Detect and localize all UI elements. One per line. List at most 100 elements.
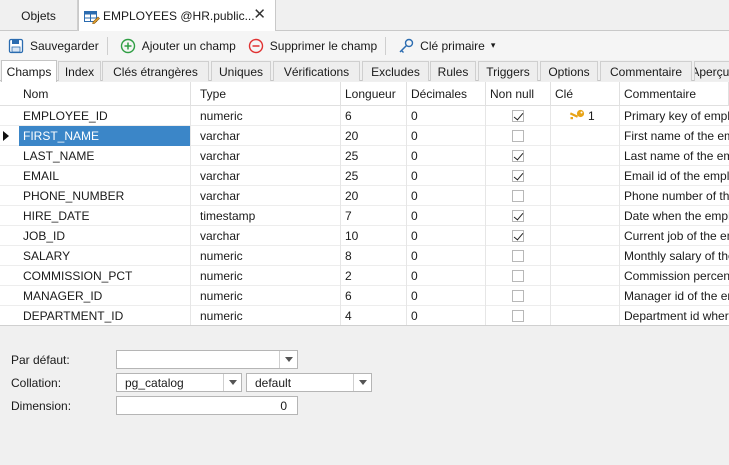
- tab-rules[interactable]: Rules: [430, 61, 476, 81]
- cell-key[interactable]: [551, 126, 620, 146]
- cell-key[interactable]: [551, 286, 620, 306]
- cell-name[interactable]: HIRE_DATE: [19, 206, 191, 226]
- tab-aper-u-sql[interactable]: Aperçu SQL: [694, 61, 729, 81]
- cell-length[interactable]: 2: [341, 266, 407, 286]
- tab-employees-table[interactable]: EMPLOYEES @HR.public... ✕: [78, 0, 276, 32]
- primary-key-button[interactable]: Clé primaire ▾: [394, 34, 499, 58]
- table-row[interactable]: EMAILvarchar250 Email id of the employee.: [0, 166, 729, 186]
- table-row[interactable]: LAST_NAMEvarchar250 Last name of the empl…: [0, 146, 729, 166]
- column-header-decimals[interactable]: Décimales: [407, 82, 486, 106]
- cell-type[interactable]: numeric: [196, 106, 341, 126]
- cell-length[interactable]: 6: [341, 106, 407, 126]
- table-row[interactable]: EMPLOYEE_ID numeric 6 0 1 Primary key of empl…: [0, 106, 729, 126]
- table-row[interactable]: JOB_IDvarchar100 Current job of the emplo…: [0, 226, 729, 246]
- cell-name[interactable]: PHONE_NUMBER: [19, 186, 191, 206]
- cell-key[interactable]: [551, 266, 620, 286]
- column-header-length[interactable]: Longueur: [341, 82, 407, 106]
- close-icon[interactable]: ✕: [253, 7, 266, 22]
- tab-cl-s-trang-res[interactable]: Clés étrangères: [102, 61, 209, 81]
- notnull-checkbox[interactable]: [512, 250, 524, 262]
- cell-comment[interactable]: Commission percentage of the employee.: [620, 266, 729, 286]
- cell-length[interactable]: 25: [341, 146, 407, 166]
- collation-schema-combo[interactable]: pg_catalog: [116, 373, 242, 392]
- column-header-type[interactable]: Type: [196, 82, 341, 106]
- cell-name[interactable]: SALARY: [19, 246, 191, 266]
- tab-champs[interactable]: Champs: [1, 60, 57, 82]
- collation-value-combo[interactable]: default: [246, 373, 372, 392]
- tab-excludes[interactable]: Excludes: [362, 61, 429, 81]
- notnull-checkbox[interactable]: [512, 210, 524, 222]
- save-button[interactable]: Sauvegarder: [4, 34, 103, 58]
- cell-type[interactable]: numeric: [196, 246, 341, 266]
- table-row[interactable]: HIRE_DATEtimestamp70 Date when the employ…: [0, 206, 729, 226]
- notnull-checkbox[interactable]: [512, 170, 524, 182]
- tab-options[interactable]: Options: [540, 61, 598, 81]
- notnull-checkbox[interactable]: [512, 310, 524, 322]
- cell-key[interactable]: [551, 166, 620, 186]
- cell-comment[interactable]: Last name of the employee.: [620, 146, 729, 166]
- cell-key[interactable]: [551, 146, 620, 166]
- cell-key[interactable]: [551, 246, 620, 266]
- cell-name[interactable]: DEPARTMENT_ID: [19, 306, 191, 325]
- notnull-checkbox[interactable]: [512, 130, 524, 142]
- cell-comment[interactable]: Date when the employee started.: [620, 206, 729, 226]
- cell-name[interactable]: FIRST_NAME: [19, 126, 191, 146]
- cell-key[interactable]: [551, 206, 620, 226]
- table-row[interactable]: SALARYnumeric80 Monthly salary of the emp…: [0, 246, 729, 266]
- cell-key[interactable]: 1: [551, 106, 620, 126]
- cell-type[interactable]: timestamp: [196, 206, 341, 226]
- cell-decimals[interactable]: 0: [407, 306, 486, 325]
- table-row[interactable]: FIRST_NAMEvarchar200 First name of the em…: [0, 126, 729, 146]
- dimension-input[interactable]: 0: [116, 396, 298, 415]
- table-row[interactable]: PHONE_NUMBER varchar 20 0 Phone number of th…: [0, 186, 729, 206]
- chevron-down-icon[interactable]: ▾: [491, 40, 496, 51]
- notnull-checkbox[interactable]: [512, 110, 524, 122]
- cell-decimals[interactable]: 0: [407, 246, 486, 266]
- tab-commentaire[interactable]: Commentaire: [600, 61, 692, 81]
- cell-type[interactable]: numeric: [196, 266, 341, 286]
- tab-triggers[interactable]: Triggers: [478, 61, 538, 81]
- cell-length[interactable]: 8: [341, 246, 407, 266]
- cell-name[interactable]: MANAGER_ID: [19, 286, 191, 306]
- cell-decimals[interactable]: 0: [407, 226, 486, 246]
- cell-name[interactable]: EMPLOYEE_ID: [19, 106, 191, 126]
- cell-type[interactable]: numeric: [196, 286, 341, 306]
- column-header-name[interactable]: Nom: [19, 82, 191, 106]
- cell-decimals[interactable]: 0: [407, 106, 486, 126]
- remove-field-button[interactable]: Supprimer le champ: [244, 34, 381, 58]
- cell-name[interactable]: EMAIL: [19, 166, 191, 186]
- cell-comment[interactable]: First name of the employee.: [620, 126, 729, 146]
- cell-comment[interactable]: Current job of the employee.: [620, 226, 729, 246]
- cell-type[interactable]: varchar: [196, 146, 341, 166]
- cell-type[interactable]: varchar: [196, 186, 341, 206]
- notnull-checkbox[interactable]: [512, 270, 524, 282]
- cell-key[interactable]: [551, 306, 620, 325]
- cell-name[interactable]: COMMISSION_PCT: [19, 266, 191, 286]
- cell-type[interactable]: varchar: [196, 226, 341, 246]
- chevron-down-icon[interactable]: [223, 374, 241, 391]
- cell-name[interactable]: LAST_NAME: [19, 146, 191, 166]
- default-value-combo[interactable]: [116, 350, 298, 369]
- cell-decimals[interactable]: 0: [407, 206, 486, 226]
- cell-type[interactable]: varchar: [196, 126, 341, 146]
- cell-key[interactable]: [551, 226, 620, 246]
- tab-objects[interactable]: Objets: [0, 0, 78, 31]
- notnull-checkbox[interactable]: [512, 190, 524, 202]
- tab-index[interactable]: Index: [58, 61, 101, 81]
- cell-length[interactable]: 20: [341, 126, 407, 146]
- cell-comment[interactable]: Department id where employee works.: [620, 306, 729, 325]
- cell-decimals[interactable]: 0: [407, 166, 486, 186]
- column-header-key[interactable]: Clé: [551, 82, 620, 106]
- cell-comment[interactable]: Manager id of the employee.: [620, 286, 729, 306]
- cell-decimals[interactable]: 0: [407, 146, 486, 166]
- cell-length[interactable]: 7: [341, 206, 407, 226]
- table-row[interactable]: COMMISSION_PCTnumeric20 Commission percen…: [0, 266, 729, 286]
- cell-comment[interactable]: Phone number of the employee.: [620, 186, 729, 206]
- column-header-comment[interactable]: Commentaire: [620, 82, 729, 106]
- table-row[interactable]: DEPARTMENT_ID numeric 4 0 Department id wher…: [0, 306, 729, 325]
- cell-type[interactable]: varchar: [196, 166, 341, 186]
- cell-comment[interactable]: Monthly salary of the employee.: [620, 246, 729, 266]
- cell-length[interactable]: 6: [341, 286, 407, 306]
- notnull-checkbox[interactable]: [512, 290, 524, 302]
- cell-comment[interactable]: Email id of the employee.: [620, 166, 729, 186]
